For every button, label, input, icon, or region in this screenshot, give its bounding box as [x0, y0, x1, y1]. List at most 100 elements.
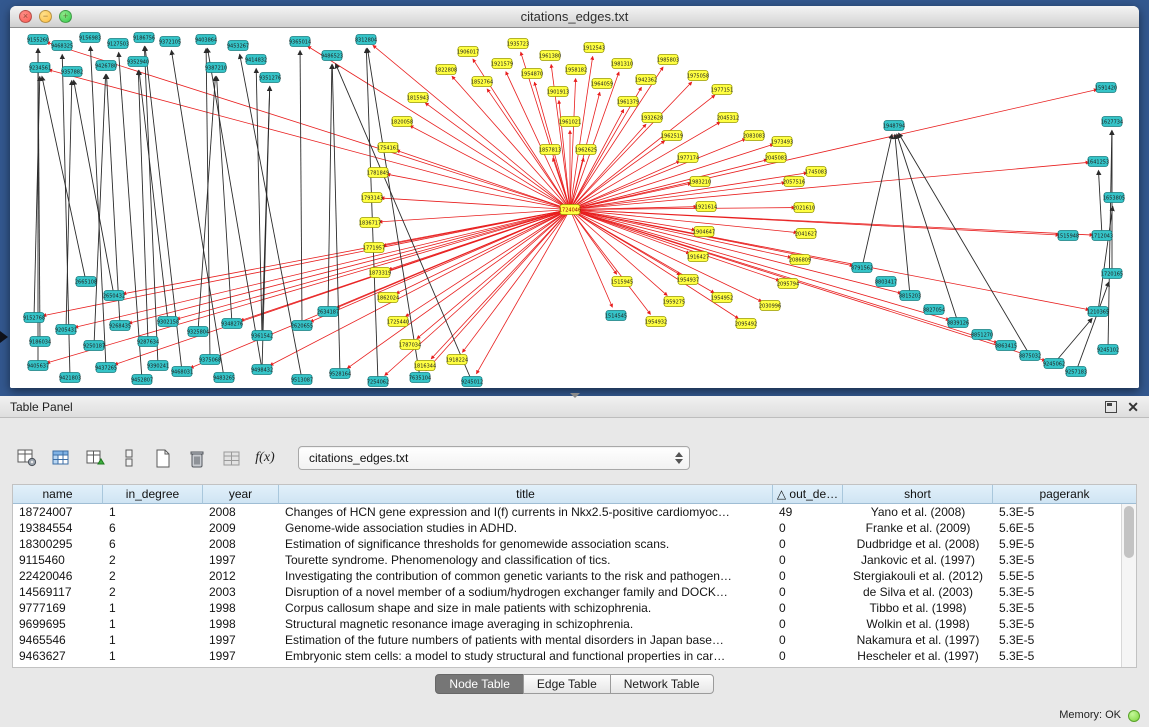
hub-node[interactable]: 1724046	[559, 205, 581, 215]
close-panel-icon[interactable]: ✕	[1127, 400, 1139, 414]
graph-node[interactable]: 1977174	[677, 153, 699, 163]
edge[interactable]	[49, 70, 570, 210]
column-header-title[interactable]: title	[279, 485, 773, 504]
graph-node[interactable]: 1815943	[407, 93, 429, 103]
network-canvas[interactable]: 1724046181594318200581754161178184917931…	[10, 29, 1139, 388]
graph-node[interactable]: 9257183	[1065, 367, 1087, 377]
graph-node[interactable]: 9387210	[205, 63, 227, 73]
graph-node[interactable]: 9357882	[61, 67, 83, 77]
column-header-in_degree[interactable]: in_degree	[103, 485, 203, 504]
graph-node[interactable]: 1725440	[387, 317, 409, 327]
graph-node[interactable]: 1210365	[1087, 307, 1109, 317]
graph-node[interactable]: 1641253	[1087, 157, 1109, 167]
graph-node[interactable]: 2095794	[777, 279, 799, 289]
graph-node[interactable]: 1977151	[711, 85, 733, 95]
graph-node[interactable]: 1954870	[521, 69, 543, 79]
graph-node[interactable]: 1958182	[565, 65, 587, 75]
graph-node[interactable]: 1981310	[611, 59, 633, 69]
graph-node[interactable]: 8875032	[1019, 351, 1041, 361]
graph-node[interactable]: 1954937	[677, 275, 699, 285]
graph-node[interactable]: 9250187	[83, 341, 105, 351]
graph-node[interactable]: 1906017	[457, 47, 479, 57]
graph-node[interactable]: 1973493	[771, 137, 793, 147]
graph-node[interactable]: 2057516	[783, 177, 805, 187]
table-row[interactable]: 911546021997Tourette syndrome. Phenomeno…	[13, 552, 1121, 568]
table-body[interactable]: 1872400712008Changes of HCN gene express…	[13, 504, 1121, 667]
function-builder-button[interactable]: f(x)	[250, 444, 280, 472]
table-mode-button[interactable]	[12, 444, 42, 472]
edge[interactable]	[1076, 282, 1109, 372]
graph-node[interactable]: 2620655	[291, 321, 313, 331]
table-row[interactable]: 977716911998Corpus callosum shape and si…	[13, 600, 1121, 616]
graph-node[interactable]: 1959275	[663, 297, 685, 307]
edge[interactable]	[862, 134, 892, 267]
graph-node[interactable]: 1754161	[377, 143, 399, 153]
graph-node[interactable]: 2041627	[795, 229, 817, 239]
graph-node[interactable]: 9186034	[29, 337, 51, 347]
edge[interactable]	[366, 48, 378, 381]
graph-node[interactable]: 2634187	[317, 307, 339, 317]
graph-node[interactable]: 2021610	[793, 203, 815, 213]
graph-node[interactable]: 1514545	[605, 311, 627, 321]
table-row[interactable]: 1456911722003Disruption of a novel membe…	[13, 584, 1121, 600]
edge[interactable]	[396, 210, 570, 294]
graph-node[interactable]: 1712043	[1091, 231, 1113, 241]
graph-node[interactable]: 9403864	[195, 35, 217, 45]
graph-node[interactable]: 1985803	[657, 55, 679, 65]
edge[interactable]	[1098, 206, 1113, 311]
graph-node[interactable]: 1962519	[661, 131, 683, 141]
graph-node[interactable]: 9453267	[227, 41, 249, 51]
graph-node[interactable]: 1942362	[635, 75, 657, 85]
graph-node[interactable]: 9245062	[1043, 359, 1065, 369]
edge[interactable]	[129, 210, 570, 324]
graph-node[interactable]: 1961021	[559, 117, 581, 127]
table-row[interactable]: 946554611997Estimation of the future num…	[13, 632, 1121, 648]
edge[interactable]	[570, 210, 612, 308]
hidden-panel-arrow-icon[interactable]	[0, 331, 8, 343]
graph-node[interactable]: 1964059	[591, 79, 613, 89]
add-column-button[interactable]	[80, 444, 110, 472]
graph-node[interactable]: 9352940	[127, 57, 149, 67]
new-table-button[interactable]	[148, 444, 178, 472]
edge[interactable]	[1098, 170, 1102, 235]
graph-node[interactable]: 9372105	[159, 37, 181, 47]
graph-node[interactable]: 1921579	[491, 59, 513, 69]
graph-node[interactable]: 8839126	[947, 318, 969, 328]
edge[interactable]	[310, 210, 570, 322]
edge[interactable]	[106, 74, 120, 325]
graph-node[interactable]: 9468325	[51, 41, 73, 51]
graph-node[interactable]: 9351276	[259, 73, 281, 83]
graph-node[interactable]: 9152768	[23, 313, 45, 323]
edge[interactable]	[336, 64, 472, 382]
graph-node[interactable]: 9375068	[199, 355, 221, 365]
graph-node[interactable]: 9421803	[59, 373, 81, 383]
edge[interactable]	[1054, 318, 1092, 363]
graph-node[interactable]: 9127503	[107, 39, 129, 49]
edge[interactable]	[570, 210, 651, 315]
graph-node[interactable]: 9245102	[1097, 345, 1119, 355]
graph-node[interactable]: 1975058	[687, 71, 709, 81]
float-panel-icon[interactable]	[1105, 401, 1117, 413]
graph-node[interactable]: 9234561	[29, 63, 51, 73]
graph-node[interactable]: 2030996	[759, 301, 781, 311]
column-header-year[interactable]: year	[203, 485, 279, 504]
edge[interactable]	[47, 210, 570, 363]
graph-node[interactable]: 1745083	[805, 167, 827, 177]
graph-node[interactable]: 1836717	[359, 218, 381, 228]
table-row[interactable]: 946362711997Embryonic stem cells: a mode…	[13, 648, 1121, 664]
graph-node[interactable]: 1918224	[446, 355, 468, 365]
table-row[interactable]: 2242004622012Investigating the contribut…	[13, 568, 1121, 584]
graph-node[interactable]: 1954932	[645, 317, 667, 327]
splitter-handle[interactable]	[570, 393, 580, 398]
edge[interactable]	[385, 210, 570, 376]
table-selector-dropdown[interactable]: citations_edges.txt	[298, 446, 690, 470]
graph-node[interactable]: 1961379	[617, 97, 639, 107]
graph-node[interactable]: 1921614	[695, 202, 717, 212]
graph-node[interactable]: 2095492	[735, 319, 757, 329]
graph-node[interactable]: 1862024	[377, 293, 399, 303]
window-titlebar[interactable]: × − + citations_edges.txt	[10, 6, 1139, 28]
graph-node[interactable]: 9287634	[137, 337, 159, 347]
graph-node[interactable]: 1857813	[539, 145, 561, 155]
edge[interactable]	[115, 210, 570, 365]
edge[interactable]	[570, 162, 1089, 209]
